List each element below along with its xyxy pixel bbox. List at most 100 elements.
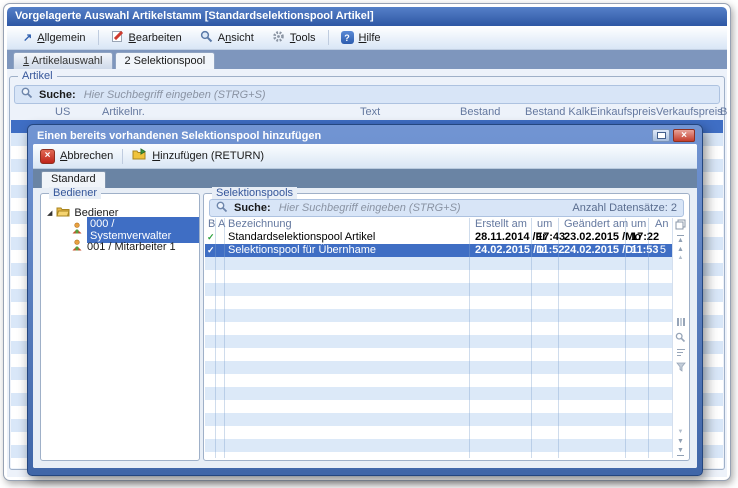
bediener-group-label: Bediener: [49, 187, 101, 199]
menu-hilfe[interactable]: ? Hilfe: [333, 29, 389, 46]
abbrechen-button[interactable]: × Abbrechen: [40, 149, 113, 164]
column-header-verkaufspreis[interactable]: Verkaufspreis: [656, 106, 723, 118]
hinzufuegen-button[interactable]: Hinzufügen (RETURN): [132, 148, 264, 164]
window-title: Vorgelagerte Auswahl Artikelstamm [Stand…: [7, 7, 727, 26]
restore-button[interactable]: [652, 129, 670, 142]
abbrechen-label: Abbrechen: [60, 150, 113, 162]
edit-icon: [111, 30, 124, 46]
column-divider: [469, 218, 470, 458]
sort-icon[interactable]: [676, 348, 686, 360]
magnifier-icon: [200, 30, 213, 46]
col-geaendert-um[interactable]: um: [631, 218, 646, 230]
column-divider: [558, 218, 559, 458]
tree-node-mitarbeiter1[interactable]: 001 / Mitarbeiter 1: [41, 238, 199, 255]
pool-row-uebernahme-selected[interactable]: ✓ Selektionspool für Übernhame 24.02.201…: [205, 244, 672, 257]
menu-bar: ↗ Allgemein Bearbeiten Ansicht Tools: [7, 26, 727, 50]
arrow-up-right-icon: ↗: [23, 31, 32, 44]
column-header-text[interactable]: Text: [360, 106, 380, 118]
menu-allgemein[interactable]: ↗ Allgemein: [15, 29, 94, 46]
zoom-icon[interactable]: [675, 332, 686, 346]
search-icon: [216, 201, 228, 216]
column-header-b[interactable]: B: [720, 106, 727, 118]
dialog-title-bar[interactable]: Einen bereits vorhandenen Selektionspool…: [33, 127, 697, 144]
cell-erstellt-am: 28.11.2014 /Fr: [475, 231, 547, 244]
columns-icon[interactable]: [676, 317, 686, 330]
goto-last-icon[interactable]: ▼: [677, 447, 684, 456]
menu-tools[interactable]: Tools: [264, 28, 324, 48]
menu-bearbeiten[interactable]: Bearbeiten: [103, 28, 190, 48]
screenshot: Vorgelagerte Auswahl Artikelstamm [Stand…: [0, 0, 738, 488]
artikel-group-label: Artikel: [18, 70, 57, 82]
close-icon: ×: [681, 131, 687, 141]
filter-icon[interactable]: [676, 362, 686, 375]
step-up-icon[interactable]: ▲: [678, 255, 684, 262]
check-icon: ✓: [207, 244, 215, 257]
artikel-search-bar[interactable]: Suche:: [14, 85, 720, 104]
gear-icon: [272, 30, 285, 46]
column-divider: [648, 218, 649, 458]
column-divider: [224, 218, 225, 458]
cell-erstellt-um: 17:43: [537, 231, 565, 244]
artikel-table-header: US Artikelnr. Text Bestand Bestand Kalk.…: [11, 105, 723, 120]
app-window: Vorgelagerte Auswahl Artikelstamm [Stand…: [3, 3, 731, 481]
scroll-down-icon[interactable]: ▼: [677, 438, 684, 445]
cell-an: 5: [648, 244, 666, 257]
cell-geaendert-am: 23.02.2015 /Mo: [564, 231, 641, 244]
tree-node-systemverwalter-label: 000 / Systemverwalter: [87, 217, 199, 243]
tab-selektionspool[interactable]: 2 Selektionspool: [115, 52, 216, 70]
add-folder-icon: [132, 148, 147, 164]
cell-bezeichnung: Standardselektionspool Artikel: [228, 231, 375, 244]
tab-artikelauswahl[interactable]: 1 Artikelauswahl: [13, 52, 113, 70]
column-header-us[interactable]: US: [55, 106, 70, 118]
menu-ansicht[interactable]: Ansicht: [192, 28, 262, 48]
record-count: Anzahl Datensätze: 2: [572, 202, 677, 214]
check-icon: ✓: [207, 231, 215, 244]
scroll-up-icon[interactable]: ▲: [677, 246, 684, 253]
search-icon: [21, 87, 33, 102]
hinzufuegen-label: Hinzufügen (RETURN): [152, 150, 264, 162]
cancel-x-icon: ×: [40, 149, 55, 164]
dialog-content: Bediener ◢ Bediener 000 / Systemverwalte…: [33, 188, 697, 468]
column-chooser-icon[interactable]: [675, 219, 686, 233]
artikel-search-label: Suche:: [39, 89, 76, 101]
artikel-search-input[interactable]: [82, 88, 713, 102]
column-header-einkaufspreis[interactable]: Einkaufspreis: [590, 106, 656, 118]
menu-hilfe-label: Hilfe: [359, 32, 381, 44]
dialog-tab-strip: Standard: [33, 169, 697, 188]
menu-tools-label: Tools: [290, 32, 316, 44]
main-tab-strip: 1 Artikelauswahl 2 Selektionspool: [7, 50, 727, 70]
selektionspools-group-label: Selektionspools: [212, 187, 297, 199]
cell-erstellt-um: 11:52: [537, 244, 565, 257]
tree-expander-icon[interactable]: ◢: [47, 209, 52, 217]
add-selektionspool-dialog: Einen bereits vorhandenen Selektionspool…: [27, 124, 703, 476]
dialog-toolbar: × Abbrechen Hinzufügen (RETURN): [33, 144, 697, 169]
close-button[interactable]: ×: [673, 129, 695, 142]
pools-search-input[interactable]: [277, 201, 567, 215]
column-header-bestand[interactable]: Bestand: [460, 106, 500, 118]
tab-standard[interactable]: Standard: [41, 171, 106, 188]
col-erstellt-am[interactable]: Erstellt am: [475, 218, 527, 230]
menu-separator: [328, 30, 329, 45]
selektionspools-group: Selektionspools Suche: Anzahl Datensätze…: [203, 193, 690, 461]
user-icon: [71, 222, 83, 237]
bediener-group: Bediener ◢ Bediener 000 / Systemverwalte…: [40, 193, 200, 461]
column-header-artikelnr[interactable]: Artikelnr.: [102, 106, 145, 118]
col-bezeichnung[interactable]: Bezeichnung: [228, 218, 292, 230]
restore-icon: [657, 132, 666, 139]
pool-row-standardselektionspool[interactable]: ✓ Standardselektionspool Artikel 28.11.2…: [205, 231, 672, 244]
column-header-bestand-kalk[interactable]: Bestand Kalk.: [525, 106, 593, 118]
menu-ansicht-label: Ansicht: [218, 32, 254, 44]
help-icon: ?: [341, 31, 354, 44]
tree-node-mitarbeiter1-label: 001 / Mitarbeiter 1: [87, 241, 176, 253]
folder-icon: [56, 206, 70, 220]
tree-node-systemverwalter[interactable]: 000 / Systemverwalter: [41, 221, 199, 238]
cell-bezeichnung: Selektionspool für Übernhame: [228, 244, 376, 257]
col-an[interactable]: An: [655, 218, 668, 230]
step-down-icon[interactable]: ▼: [678, 429, 684, 436]
user-icon: [71, 239, 83, 254]
bediener-tree: ◢ Bediener 000 / Systemverwalter: [41, 194, 199, 255]
pools-search-bar[interactable]: Suche: Anzahl Datensätze: 2: [209, 199, 684, 217]
col-geaendert-am[interactable]: Geändert am: [564, 218, 628, 230]
col-erstellt-um[interactable]: um: [537, 218, 552, 230]
goto-first-icon[interactable]: ▲: [677, 235, 684, 244]
